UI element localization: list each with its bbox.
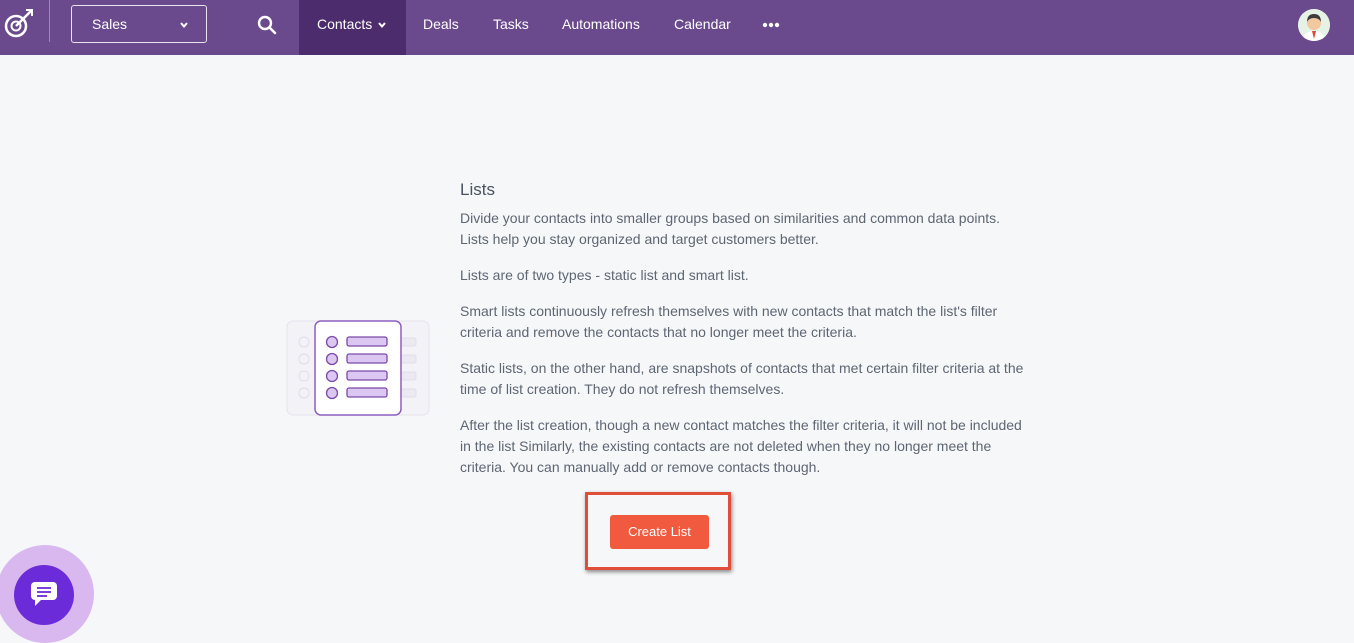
description-paragraph: Static lists, on the other hand, are sna… (460, 360, 1024, 397)
nav-tab-deals[interactable]: Deals (423, 0, 459, 55)
description-paragraph: Lists are of two types - static list and… (460, 267, 749, 283)
app-logo-icon[interactable] (2, 6, 36, 40)
create-list-button[interactable]: Create List (610, 515, 709, 549)
nav-tab-contacts[interactable]: Contacts (299, 0, 406, 55)
lists-empty-state: Lists Divide your contacts into smaller … (460, 178, 1030, 493)
user-avatar-icon[interactable] (1298, 9, 1330, 41)
ellipsis-icon[interactable] (762, 22, 780, 28)
chevron-down-icon (378, 22, 386, 29)
description-paragraph: After the list creation, though a new co… (460, 417, 1022, 475)
module-select-value: Sales (92, 16, 128, 32)
description-paragraph: Smart lists continuously refresh themsel… (460, 303, 998, 340)
list-illustration (286, 320, 430, 416)
nav-tab-calendar[interactable]: Calendar (674, 0, 731, 55)
logo-divider (49, 0, 50, 42)
chevron-down-icon (180, 22, 188, 29)
module-select[interactable]: Sales (71, 5, 207, 43)
nav-tab-tasks[interactable]: Tasks (493, 0, 529, 55)
page-title: Lists (460, 180, 495, 199)
nav-tab-automations[interactable]: Automations (562, 0, 640, 55)
chat-icon[interactable] (29, 580, 59, 608)
search-icon[interactable] (256, 14, 278, 36)
top-navigation-bar: Sales Contacts Deals Tasks Automations C… (0, 0, 1354, 55)
description-paragraph: Divide your contacts into smaller groups… (460, 210, 1001, 247)
nav-tab-label: Contacts (317, 16, 373, 32)
